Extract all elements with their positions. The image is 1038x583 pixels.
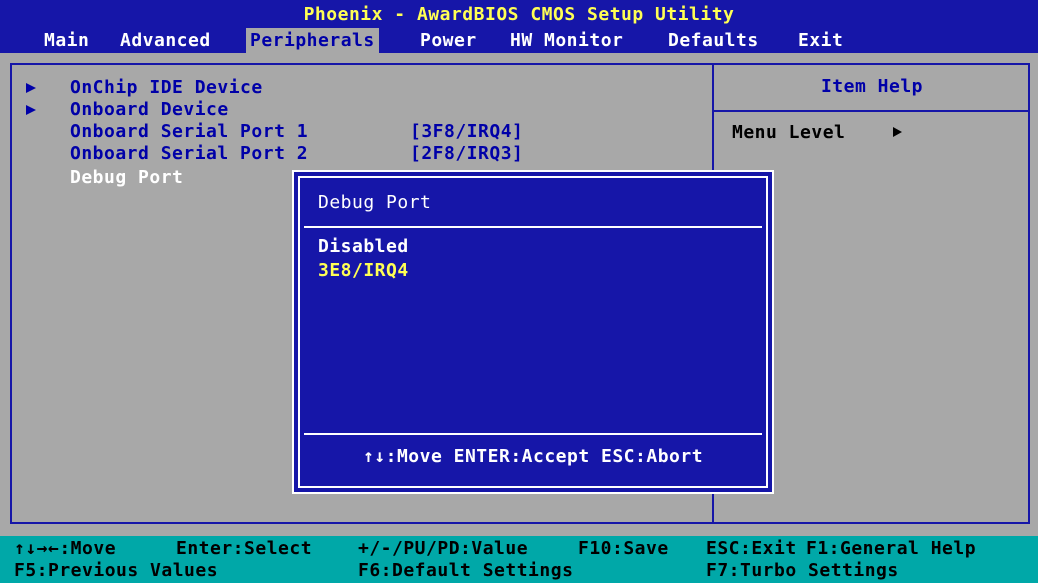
item-help-title: Item Help: [820, 76, 924, 97]
menu-main[interactable]: Main: [40, 28, 93, 53]
setup-item-label: Debug Port: [70, 167, 184, 188]
submenu-arrow-icon: [26, 99, 40, 121]
setup-item-label: Onboard Serial Port 2: [70, 143, 309, 164]
menu-level-label: Menu Level: [732, 122, 846, 143]
dialog-title-separator: [304, 226, 762, 228]
setup-item-serial-port-2[interactable]: Onboard Serial Port 2: [70, 143, 308, 165]
hint-exit: ESC:Exit: [706, 538, 797, 559]
key-help-footer: ↑↓→←:Move Enter:Select +/-/PU/PD:Value F…: [0, 536, 1038, 583]
hint-select: Enter:Select: [176, 538, 313, 559]
menu-bar: Main Advanced Peripherals Power HW Monit…: [0, 28, 1038, 53]
title-bar: Phoenix - AwardBIOS CMOS Setup Utility: [0, 0, 1038, 28]
menu-exit[interactable]: Exit: [794, 28, 847, 53]
submenu-arrow-icon: [26, 77, 40, 99]
hint-previous-values: F5:Previous Values: [14, 560, 219, 581]
help-divider: [714, 110, 1030, 112]
triangle-right-icon: [893, 127, 902, 137]
hint-value: +/-/PU/PD:Value: [358, 538, 529, 559]
dialog-hint-separator: [304, 433, 762, 435]
hint-default-settings: F6:Default Settings: [358, 560, 574, 581]
menu-power[interactable]: Power: [416, 28, 481, 53]
menu-defaults[interactable]: Defaults: [664, 28, 763, 53]
hint-move: ↑↓→←:Move: [14, 538, 117, 559]
serial-port-2-value[interactable]: [2F8/IRQ3]: [410, 143, 523, 165]
hint-turbo-settings: F7:Turbo Settings: [706, 560, 899, 581]
setup-item-label: OnChip IDE Device: [70, 77, 263, 98]
setup-item-debug-port[interactable]: Debug Port: [70, 167, 183, 189]
hint-save: F10:Save: [578, 538, 669, 559]
setup-item-onboard-device[interactable]: Onboard Device: [70, 99, 229, 121]
dialog-key-hint: ↑↓:Move ENTER:Accept ESC:Abort: [362, 446, 704, 467]
hint-general-help: F1:General Help: [806, 538, 977, 559]
setup-item-label: Onboard Device: [70, 99, 229, 120]
setup-item-serial-port-1[interactable]: Onboard Serial Port 1: [70, 121, 308, 143]
menu-advanced[interactable]: Advanced: [116, 28, 215, 53]
option-3e8-irq4[interactable]: 3E8/IRQ4: [318, 260, 409, 282]
setup-item-label: Onboard Serial Port 1: [70, 121, 309, 142]
menu-peripherals[interactable]: Peripherals: [246, 28, 379, 53]
serial-port-1-value[interactable]: [3F8/IRQ4]: [410, 121, 523, 143]
option-disabled[interactable]: Disabled: [318, 236, 409, 258]
menu-hw-monitor[interactable]: HW Monitor: [506, 28, 627, 53]
setup-item-onchip-ide[interactable]: OnChip IDE Device: [70, 77, 263, 99]
dialog-inner-frame: [298, 176, 768, 488]
title-text: Phoenix - AwardBIOS CMOS Setup Utility: [303, 4, 735, 25]
dialog-title: Debug Port: [318, 192, 432, 213]
